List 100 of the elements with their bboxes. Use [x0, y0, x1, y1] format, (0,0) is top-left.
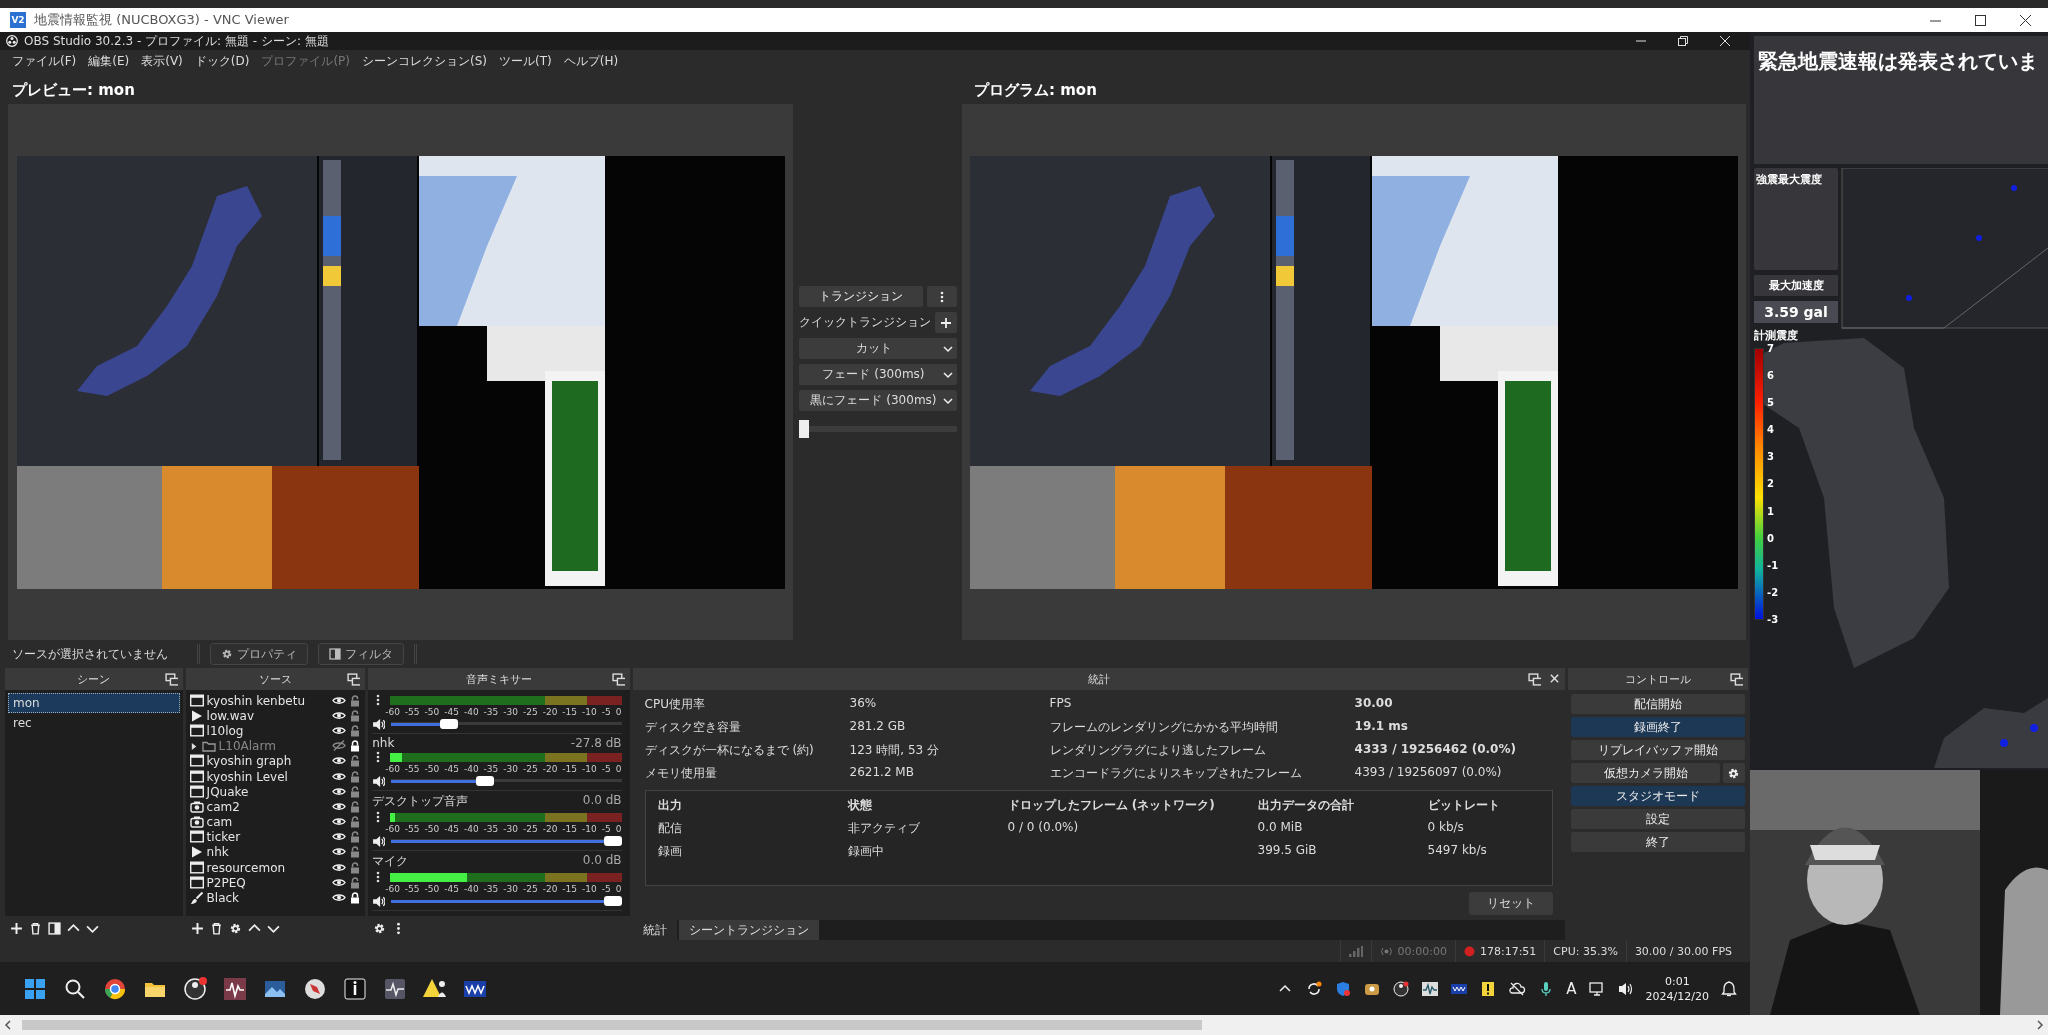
slider-thumb[interactable] [603, 836, 622, 846]
settings-button[interactable] [1723, 763, 1745, 783]
control-button[interactable]: 配信開始 [1571, 694, 1745, 714]
delete-icon[interactable] [209, 921, 223, 935]
transition-dropdown[interactable]: 黒にフェード (300ms) [798, 390, 957, 411]
eye-off-icon[interactable] [332, 739, 347, 754]
add-button[interactable] [934, 312, 957, 333]
menu-item[interactable]: 表示(V) [135, 52, 189, 70]
unlock-icon[interactable] [349, 709, 362, 722]
source-name[interactable]: kyoshin Level [206, 769, 330, 784]
stat-value: 4393 / 19256097 (0.0%) [1354, 765, 1503, 781]
slider-thumb[interactable] [798, 420, 809, 438]
unlock-icon[interactable] [349, 755, 362, 768]
source-name[interactable]: cam [206, 815, 330, 830]
menu-item[interactable]: ファイル(F) [6, 52, 83, 70]
slider-thumb[interactable] [440, 719, 458, 729]
source-name[interactable]: JQuake [206, 784, 330, 799]
more-icon [939, 290, 944, 303]
source-name[interactable]: P2PEQ [206, 875, 330, 890]
scene-item[interactable]: mon [8, 693, 180, 713]
unlock-icon[interactable] [349, 816, 362, 829]
filters-button[interactable]: フィルタ [318, 643, 404, 665]
scroll-left-icon[interactable] [4, 1020, 12, 1030]
control-button[interactable]: スタジオモード [1571, 786, 1745, 806]
scale-label: -2 [1767, 586, 1779, 598]
add-icon[interactable] [10, 921, 23, 935]
expand-arrow-icon[interactable] [189, 741, 199, 751]
source-name[interactable]: cam2 [206, 799, 330, 814]
bell-icon[interactable] [1720, 979, 1738, 998]
settings-icon[interactable] [228, 921, 242, 935]
transition-button[interactable]: トランジション [798, 286, 923, 307]
float-icon[interactable] [611, 673, 625, 686]
close-icon[interactable] [2020, 14, 2031, 26]
menu-item[interactable]: ヘルプ(H) [557, 52, 625, 70]
unlock-icon[interactable] [349, 876, 362, 889]
reset-button[interactable]: リセット [1469, 892, 1554, 915]
float-icon[interactable] [1528, 673, 1542, 686]
network-icon[interactable] [1587, 979, 1606, 998]
unlock-icon[interactable] [349, 724, 362, 737]
control-button[interactable]: 設定 [1571, 809, 1745, 829]
add-icon[interactable] [190, 921, 204, 935]
properties-button[interactable]: プロパティ [210, 643, 308, 665]
unlock-icon[interactable] [349, 785, 362, 798]
volume-reading: 0.0 dB [582, 853, 622, 869]
lock-icon[interactable] [349, 892, 362, 905]
transition-dropdown[interactable]: カット [798, 338, 957, 359]
sync-icon[interactable] [1305, 979, 1324, 998]
menu-item[interactable]: 編集(E) [82, 52, 136, 70]
scrollbar-thumb[interactable] [22, 1020, 1202, 1030]
info-app-icon[interactable] [342, 975, 368, 1002]
maximize-icon[interactable] [1975, 14, 1986, 26]
restore-icon[interactable] [1678, 36, 1688, 46]
unlock-icon[interactable] [349, 694, 362, 707]
float-icon[interactable] [164, 673, 178, 686]
unlock-icon[interactable] [349, 770, 362, 783]
control-button[interactable]: リプレイバッファ開始 [1571, 740, 1745, 760]
scene-item[interactable]: rec [8, 713, 180, 733]
waveform-app-icon[interactable] [1421, 979, 1440, 998]
source-name[interactable]: Black [206, 891, 330, 906]
control-button[interactable]: 終了 [1571, 832, 1745, 852]
dock-tab[interactable]: シーントランジション [678, 920, 819, 940]
shield-icon[interactable] [1334, 979, 1353, 998]
speaker-icon[interactable] [372, 834, 386, 848]
speaker-icon[interactable] [372, 774, 386, 788]
float-icon[interactable] [1730, 673, 1743, 686]
settings-icon[interactable] [373, 921, 387, 935]
dock-tab[interactable]: 統計 [632, 920, 677, 940]
menu-item[interactable]: シーンコレクション(S) [356, 52, 493, 70]
input-method-indicator[interactable]: A [1566, 979, 1577, 998]
unlock-icon[interactable] [349, 861, 362, 874]
filter-icon[interactable] [48, 921, 61, 935]
float-icon[interactable] [347, 673, 361, 686]
source-name[interactable]: resourcemon [206, 860, 330, 875]
slider-thumb[interactable] [476, 776, 495, 786]
slider-thumb[interactable] [603, 896, 622, 906]
app-icon[interactable] [182, 975, 208, 1002]
speaker-icon[interactable] [372, 894, 386, 908]
panel-title: 最大加速度 [1754, 275, 1838, 296]
scroll-right-icon[interactable] [2036, 1020, 2044, 1030]
unlock-icon[interactable] [349, 831, 362, 844]
menu-item[interactable]: ツール(T) [493, 52, 558, 70]
source-name[interactable]: low.wav [206, 708, 330, 723]
control-button[interactable]: 録画終了 [1571, 717, 1745, 737]
delete-icon[interactable] [29, 921, 42, 935]
waveform-app-icon[interactable] [222, 975, 248, 1002]
clock[interactable]: 0:01 2024/12/20 [1645, 973, 1709, 1004]
source-name[interactable]: kyoshin kenbetu [206, 693, 330, 708]
control-button[interactable]: 仮想カメラ開始 [1571, 763, 1720, 783]
menu-item[interactable]: ドック(D) [188, 52, 256, 70]
lock-icon[interactable] [349, 740, 362, 753]
source-name[interactable]: l10log [206, 723, 330, 738]
source-name[interactable]: L10Alarm [218, 739, 330, 754]
unlock-icon[interactable] [349, 846, 362, 859]
transition-dropdown[interactable]: フェード (300ms) [798, 364, 957, 385]
source-name[interactable]: ticker [206, 830, 330, 845]
app-icon[interactable] [1392, 979, 1411, 998]
unlock-icon[interactable] [349, 800, 362, 813]
source-name[interactable]: nhk [206, 845, 330, 860]
source-name[interactable]: kyoshin graph [206, 754, 330, 769]
speaker-icon[interactable] [372, 717, 386, 731]
